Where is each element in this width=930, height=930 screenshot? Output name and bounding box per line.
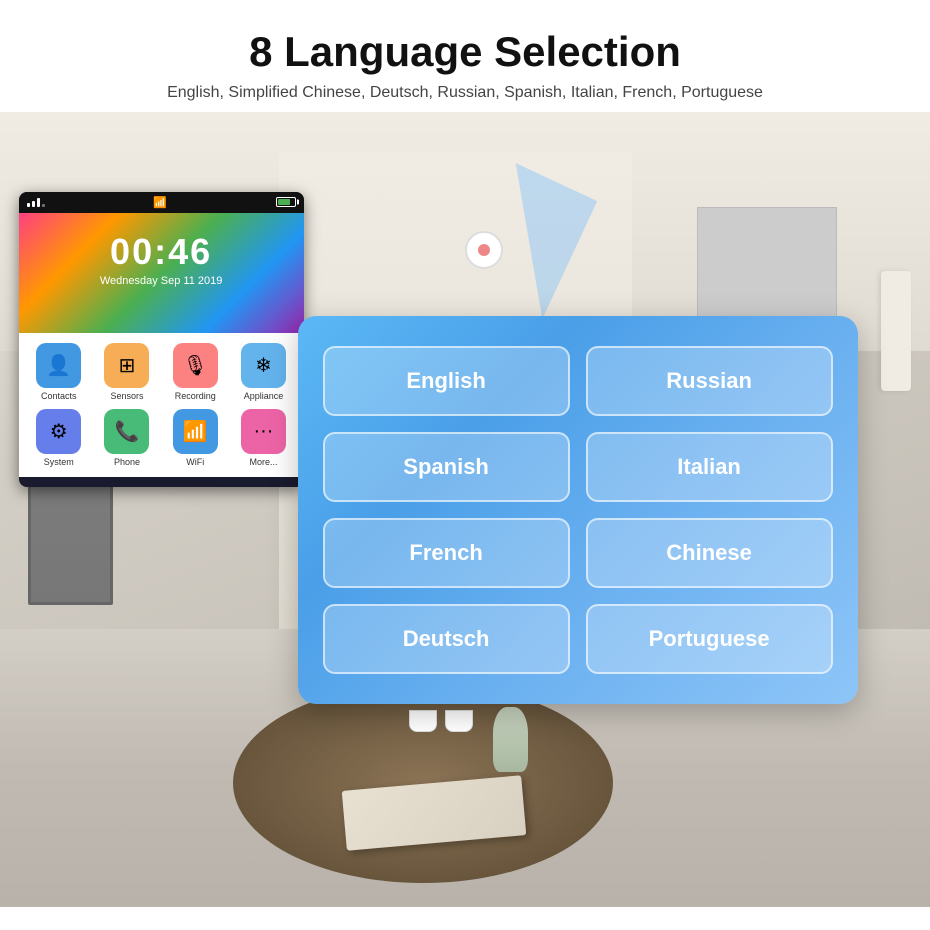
wifi-icon[interactable]: 📶 (173, 409, 218, 454)
lang-button-english[interactable]: English (323, 346, 570, 416)
wifi-label: WiFi (186, 457, 204, 467)
phone-app-contacts[interactable]: 👤 Contacts (29, 343, 89, 401)
phone-device: 📶 00:46 Wednesday Sep 11 2019 👤 Contacts… (19, 192, 304, 487)
lang-button-spanish[interactable]: Spanish (323, 432, 570, 502)
phone-battery-icon (276, 197, 296, 207)
lang-button-italian[interactable]: Italian (586, 432, 833, 502)
lang-button-russian[interactable]: Russian (586, 346, 833, 416)
phone-status-bar: 📶 (19, 192, 304, 213)
phone-signal-icon (27, 198, 45, 207)
system-label: System (44, 457, 74, 467)
phone-app-appliance[interactable]: ❄ Appliance (233, 343, 293, 401)
contacts-label: Contacts (41, 391, 77, 401)
lang-button-deutsch[interactable]: Deutsch (323, 604, 570, 674)
vase (493, 707, 528, 772)
right-wall-panel (881, 271, 911, 391)
cup-1 (409, 710, 437, 732)
phone-time-area: 00:46 Wednesday Sep 11 2019 (19, 231, 304, 287)
phone-battery-fill (278, 199, 290, 205)
phone-time: 00:46 (19, 231, 304, 273)
more-label: More... (249, 457, 277, 467)
phone-app-phone[interactable]: 📞 Phone (97, 409, 157, 467)
phone-date: Wednesday Sep 11 2019 (19, 275, 304, 287)
page-header: 8 Language Selection English, Simplified… (0, 0, 930, 112)
contacts-icon[interactable]: 👤 (36, 343, 81, 388)
system-icon[interactable]: ⚙ (36, 409, 81, 454)
sensors-icon[interactable]: ⊞ (104, 343, 149, 388)
phone-app-recording[interactable]: 🎙 Recording (165, 343, 225, 401)
lang-button-chinese[interactable]: Chinese (586, 518, 833, 588)
scene-container: 📶 00:46 Wednesday Sep 11 2019 👤 Contacts… (0, 112, 930, 907)
phone-app-system[interactable]: ⚙ System (29, 409, 89, 467)
recording-label: Recording (175, 391, 216, 401)
sensors-label: Sensors (110, 391, 143, 401)
phone-app-more[interactable]: ··· More... (233, 409, 293, 467)
lang-button-french[interactable]: French (323, 518, 570, 588)
appliance-label: Appliance (244, 391, 284, 401)
phone-app-wifi[interactable]: 📶 WiFi (165, 409, 225, 467)
language-grid: English Russian Spanish Italian French C… (323, 346, 833, 674)
page-subtitle: English, Simplified Chinese, Deutsch, Ru… (20, 84, 910, 102)
phone-icon[interactable]: 📞 (104, 409, 149, 454)
cups (409, 710, 473, 732)
phone-label: Phone (114, 457, 140, 467)
cup-2 (445, 710, 473, 732)
recording-icon[interactable]: 🎙 (173, 343, 218, 388)
appliance-icon[interactable]: ❄ (241, 343, 286, 388)
small-device-inner (478, 244, 490, 256)
phone-apps-grid: 👤 Contacts ⊞ Sensors 🎙 Recording ❄ Appli… (19, 333, 304, 477)
phone-wifi-icon: 📶 (153, 196, 167, 209)
more-icon[interactable]: ··· (241, 409, 286, 454)
lang-button-portuguese[interactable]: Portuguese (586, 604, 833, 674)
phone-app-sensors[interactable]: ⊞ Sensors (97, 343, 157, 401)
page-title: 8 Language Selection (20, 28, 910, 76)
language-selection-panel: English Russian Spanish Italian French C… (298, 316, 858, 704)
small-device (465, 231, 503, 269)
